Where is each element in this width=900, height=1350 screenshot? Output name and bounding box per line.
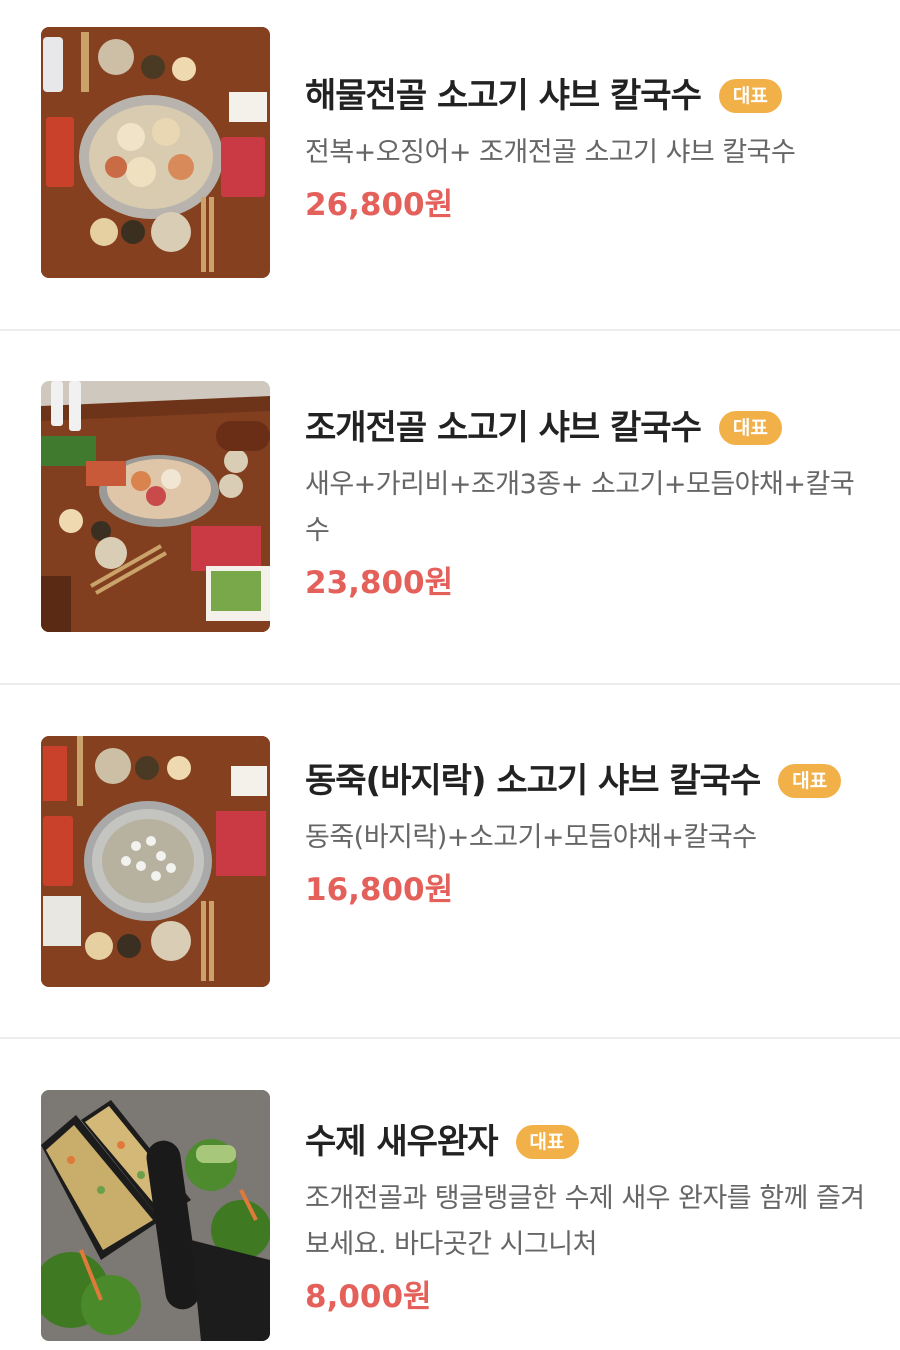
menu-item-info: 수제 새우완자 대표 조개전골과 탱글탱글한 수제 새우 완자를 함께 즐겨보세… xyxy=(305,1118,865,1318)
menu-item-description: 동죽(바지락)+소고기+모듬야채+칼국수 xyxy=(305,822,757,853)
menu-item[interactable]: 조개전골 소고기 샤브 칼국수 대표 새우+가리비+조개3종+ 소고기+모듬야채… xyxy=(0,331,900,684)
signature-badge: 대표 xyxy=(718,79,782,113)
signature-badge: 대표 xyxy=(515,1125,579,1159)
menu-item-price: 26,800원 xyxy=(305,187,454,223)
menu-item-price: 8,000원 xyxy=(305,1279,432,1315)
menu-item-title: 동죽(바지락) 소고기 샤브 칼국수 xyxy=(305,761,761,801)
menu-item-title: 해물전골 소고기 샤브 칼국수 xyxy=(305,76,702,116)
menu-item[interactable]: 수제 새우완자 대표 조개전골과 탱글탱글한 수제 새우 완자를 함께 즐겨보세… xyxy=(0,1039,900,1350)
signature-badge: 대표 xyxy=(718,411,782,445)
menu-item-title-row: 수제 새우완자 대표 xyxy=(305,1118,865,1166)
menu-item-info: 해물전골 소고기 샤브 칼국수 대표 전복+오징어+ 조개전골 소고기 샤브 칼… xyxy=(305,72,865,226)
menu-item-price: 16,800원 xyxy=(305,872,454,908)
menu-item-info: 동죽(바지락) 소고기 샤브 칼국수 대표 동죽(바지락)+소고기+모듬야채+칼… xyxy=(305,757,865,911)
menu-item[interactable]: 해물전골 소고기 샤브 칼국수 대표 전복+오징어+ 조개전골 소고기 샤브 칼… xyxy=(0,0,900,330)
menu-item-title-row: 해물전골 소고기 샤브 칼국수 대표 xyxy=(305,72,865,120)
menu-item-photo[interactable] xyxy=(41,27,270,278)
menu-item-photo[interactable] xyxy=(41,1090,270,1341)
menu-item-photo[interactable] xyxy=(41,736,270,987)
menu-item-description: 전복+오징어+ 조개전골 소고기 샤브 칼국수 xyxy=(305,137,796,168)
menu-item-info: 조개전골 소고기 샤브 칼국수 대표 새우+가리비+조개3종+ 소고기+모듬야채… xyxy=(305,404,865,604)
menu-item-price: 23,800원 xyxy=(305,565,454,601)
menu-item-photo[interactable] xyxy=(41,381,270,632)
menu-item-description: 조개전골과 탱글탱글한 수제 새우 완자를 함께 즐겨보세요. 바다곳간 시그니… xyxy=(305,1183,865,1260)
signature-badge: 대표 xyxy=(778,764,842,798)
menu-item[interactable]: 동죽(바지락) 소고기 샤브 칼국수 대표 동죽(바지락)+소고기+모듬야채+칼… xyxy=(0,685,900,1038)
menu-item-title: 조개전골 소고기 샤브 칼국수 xyxy=(305,408,702,448)
menu-item-title-row: 동죽(바지락) 소고기 샤브 칼국수 대표 xyxy=(305,757,865,805)
menu-item-description: 새우+가리비+조개3종+ 소고기+모듬야채+칼국수 xyxy=(305,469,855,546)
menu-item-title: 수제 새우완자 xyxy=(305,1122,499,1162)
menu-item-title-row: 조개전골 소고기 샤브 칼국수 대표 xyxy=(305,404,865,452)
